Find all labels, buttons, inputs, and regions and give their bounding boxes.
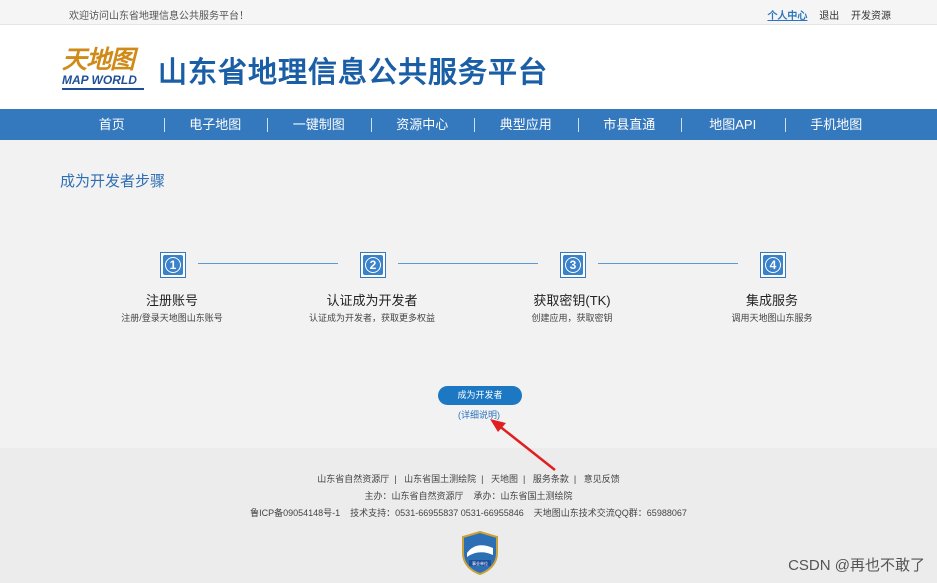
top-links: 个人中心 退出 开发资源 [758, 7, 891, 22]
logo-en-text: MAP WORLD [62, 73, 137, 87]
page-heading: 成为开发者步骤 [60, 173, 166, 190]
dev-resources-link[interactable]: 开发资源 [851, 11, 891, 22]
nav-item-one-click-mapping[interactable]: 一键制图 [267, 109, 371, 140]
footer-link[interactable]: 服务条款 [533, 474, 569, 484]
nav-item-map-api[interactable]: 地图API [681, 109, 785, 140]
step-connector [598, 263, 738, 264]
personal-center-link[interactable]: 个人中心 [767, 11, 807, 22]
nav-item-home[interactable]: 首页 [60, 109, 164, 140]
welcome-text: 欢迎访问山东省地理信息公共服务平台！ [69, 11, 249, 22]
main-nav: 首页 电子地图 一键制图 资源中心 典型应用 市县直通 地图API 手机地图 [0, 109, 937, 140]
step-desc: 注册/登录天地图山东账号 [121, 313, 223, 323]
footer-link[interactable]: 意见反馈 [584, 474, 620, 484]
footer-link[interactable]: 天地图 [491, 474, 518, 484]
step-name: 注册账号 [145, 293, 198, 308]
detail-link[interactable]: (详细说明) [458, 408, 500, 421]
csdn-watermark: CSDN @再也不敢了 [788, 557, 925, 574]
step-connector [198, 263, 338, 264]
logout-link[interactable]: 退出 [819, 11, 839, 22]
footer-link[interactable]: 山东省自然资源厅 [317, 474, 389, 484]
step-number-icon: 2 [360, 252, 386, 278]
site-title: 山东省地理信息公共服务平台 [158, 57, 549, 89]
nav-item-e-map[interactable]: 电子地图 [163, 109, 268, 140]
footer-icp: 鲁ICP备09054148号-1 技术支持：0531-66955837 0531… [250, 508, 687, 518]
step-number-icon: 4 [760, 252, 786, 278]
developer-steps: 1 注册账号 注册/登录天地图山东账号 2 认证成为开发者 认证成为开发者，获取… [0, 250, 937, 330]
step-number-icon: 1 [160, 252, 186, 278]
step-name: 获取密钥(TK) [533, 293, 611, 308]
footer-host: 主办：山东省自然资源厅 承办：山东省国土测绘院 [364, 491, 573, 501]
site-header: 天地图 MAP WORLD 山东省地理信息公共服务平台 [0, 25, 937, 109]
top-bar: 欢迎访问山东省地理信息公共服务平台！ 个人中心 退出 开发资源 [0, 0, 937, 25]
logo-cn-text: 天地图 [62, 45, 135, 74]
step-number-icon: 3 [560, 252, 586, 278]
footer-links: 山东省自然资源厅 | 山东省国土测绘院 | 天地图 | 服务条款 | 意见反馈 [317, 474, 620, 484]
svg-text:事业单位: 事业单位 [472, 560, 488, 566]
nav-item-resource-center[interactable]: 资源中心 [370, 109, 475, 140]
step-connector [398, 263, 538, 264]
step-desc: 认证成为开发者，获取更多权益 [308, 313, 435, 323]
nav-item-mobile-map[interactable]: 手机地图 [784, 109, 889, 140]
logo-underline [62, 88, 144, 90]
nav-item-city-county[interactable]: 市县直通 [577, 109, 682, 140]
footer-link[interactable]: 山东省国土测绘院 [404, 474, 476, 484]
step-name: 认证成为开发者 [326, 293, 418, 308]
step-desc: 调用天地图山东服务 [731, 313, 813, 323]
step-desc: 创建应用，获取密钥 [531, 313, 613, 323]
nav-item-typical-apps[interactable]: 典型应用 [474, 109, 578, 140]
public-institution-badge-icon[interactable]: 事业单位 [461, 531, 499, 575]
become-developer-button[interactable]: 成为开发者 [438, 386, 522, 405]
step-name: 集成服务 [745, 293, 798, 308]
map-world-logo[interactable]: 天地图 MAP WORLD [60, 40, 146, 92]
